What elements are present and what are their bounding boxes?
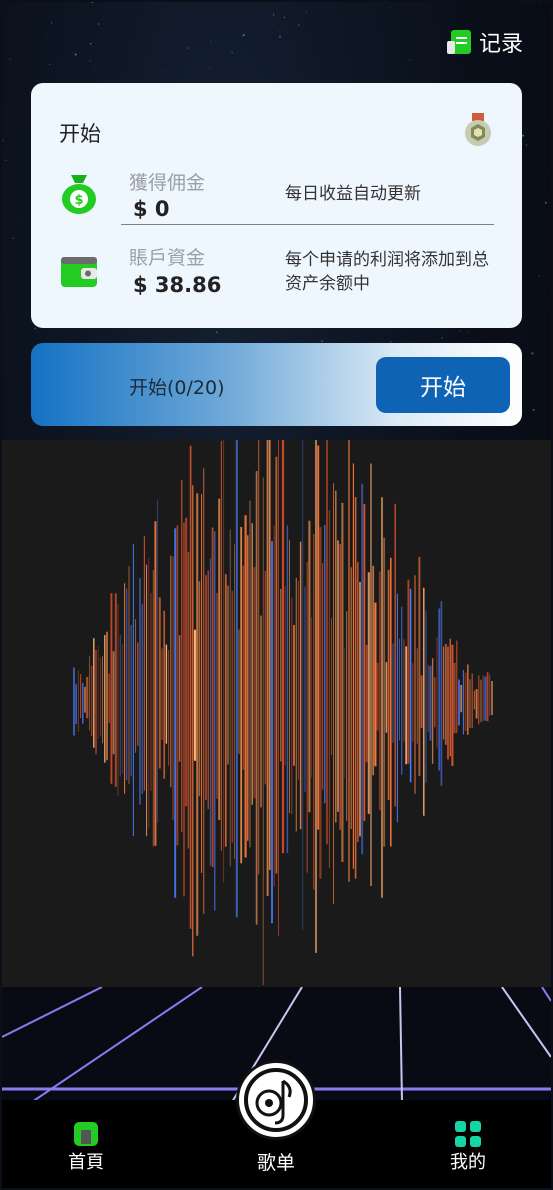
balance-note: 每个申请的利润将添加到总资产余额中	[285, 250, 489, 294]
divider	[121, 224, 494, 225]
balance-label: 賬戶資金	[129, 247, 206, 269]
svg-text:$: $	[74, 193, 83, 208]
commission-note: 每日收益自动更新	[285, 184, 421, 204]
nav-home-label: 首頁	[68, 1152, 104, 1173]
nav-mine-label: 我的	[450, 1152, 486, 1173]
nav-home[interactable]: 首頁	[26, 1100, 146, 1188]
sound-wave-graphic	[73, 391, 493, 986]
home-cube-icon	[72, 1120, 100, 1148]
sound-wave-visual	[2, 391, 551, 987]
record-link[interactable]: 记录	[445, 26, 523, 58]
grid-four-icon	[454, 1120, 482, 1148]
nav-playlist-label[interactable]: 歌单	[236, 1148, 316, 1175]
medal-badge-icon	[462, 113, 494, 147]
earnings-card: 开始 $ 獲得佣金 $ 0 每日收益自动更新 賬戶資金 $ 38.86 每个申请…	[31, 83, 522, 328]
commission-value: $ 0	[133, 197, 170, 221]
music-disc-icon[interactable]	[236, 1060, 316, 1140]
app-frame: 记录 开始 $ 獲得佣金 $ 0 每日收益自动更新 賬戶資金 $ 38.86 每…	[2, 2, 551, 1188]
balance-value: $ 38.86	[133, 273, 222, 297]
record-label: 记录	[478, 32, 523, 57]
money-bag-icon: $	[59, 171, 99, 214]
document-green-icon	[445, 28, 473, 56]
wallet-icon	[59, 251, 99, 291]
card-title: 开始	[59, 122, 101, 146]
task-progress-text: 开始(0/20)	[129, 377, 225, 399]
start-button[interactable]: 开始	[376, 357, 510, 413]
commission-label: 獲得佣金	[129, 172, 206, 194]
nav-mine[interactable]: 我的	[408, 1100, 528, 1188]
start-bar: 开始(0/20) 开始	[31, 343, 522, 426]
